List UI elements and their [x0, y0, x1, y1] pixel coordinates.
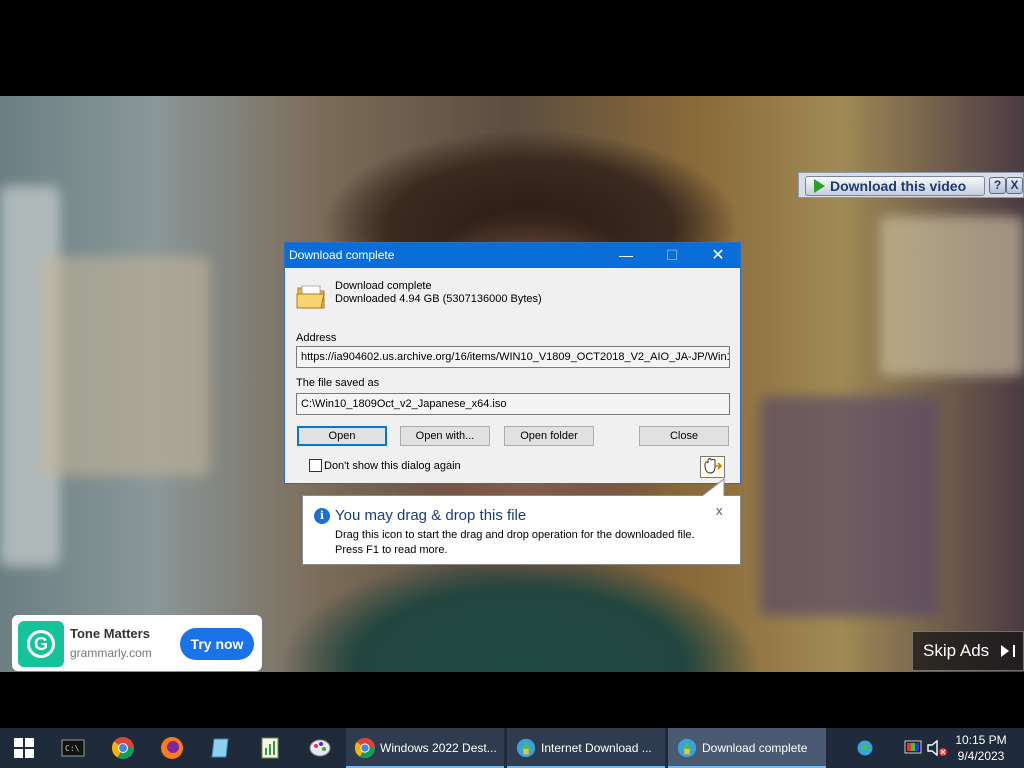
firefox-app[interactable] — [157, 734, 187, 762]
volume-muted-icon — [927, 739, 947, 757]
minimize-button[interactable]: — — [603, 243, 649, 268]
skip-bar-icon — [1013, 645, 1015, 657]
tooltip-close-button[interactable]: x — [716, 503, 723, 518]
dont-show-checkbox[interactable] — [309, 459, 322, 472]
grammarly-logo: G — [18, 621, 64, 667]
skip-next-icon — [1001, 645, 1009, 657]
background-window — [880, 216, 1024, 376]
firefox-icon — [161, 737, 183, 759]
maximize-button: ☐ — [665, 247, 679, 263]
spreadsheet-icon — [261, 737, 279, 759]
idm-tray-icon — [857, 740, 873, 756]
dialog-title: Download complete — [289, 248, 395, 262]
dialog-titlebar[interactable]: Download complete — ☐ ✕ — [285, 243, 740, 268]
display-icon — [904, 740, 922, 754]
spreadsheet-app[interactable] — [255, 734, 285, 762]
grammarly-ad[interactable]: G Tone Matters grammarly.com Try now — [12, 615, 262, 671]
chrome-app[interactable] — [108, 734, 138, 762]
saved-as-field[interactable]: C:\Win10_1809Oct_v2_Japanese_x64.iso — [296, 393, 730, 415]
tray-volume[interactable] — [922, 734, 952, 762]
clock[interactable]: 10:15 PM 9/4/2023 — [952, 732, 1010, 764]
taskbar-item-chrome-window[interactable]: Windows 2022 Dest... — [346, 728, 504, 768]
download-video-label: Download this video — [830, 178, 967, 194]
address-label: Address — [296, 332, 337, 344]
tray-idm[interactable] — [850, 734, 880, 762]
download-complete-dialog: Download complete — ☐ ✕ Download complet… — [284, 242, 741, 484]
terminal-icon: C:\ — [61, 739, 85, 757]
notes-app[interactable] — [206, 734, 236, 762]
saved-as-label: The file saved as — [296, 377, 380, 389]
play-icon — [814, 179, 825, 193]
open-folder-icon — [296, 285, 325, 309]
taskbar-item-label: Internet Download ... — [541, 741, 652, 755]
dont-show-label: Don't show this dialog again — [324, 460, 461, 472]
svg-text:C:\: C:\ — [65, 744, 80, 753]
chrome-icon — [111, 737, 134, 759]
skip-ads-button[interactable]: Skip Ads — [912, 631, 1024, 671]
status-detail: Downloaded 4.94 GB (5307136000 Bytes) — [335, 293, 542, 305]
help-button[interactable]: ? — [989, 177, 1006, 194]
try-now-button[interactable]: Try now — [180, 628, 254, 660]
clock-date: 9/4/2023 — [957, 749, 1005, 763]
idm-video-panel: Download this video ? X — [798, 172, 1024, 198]
taskbar: C:\ Windows 2022 Dest... Internet Downlo… — [0, 728, 1024, 768]
taskbar-item-label: Windows 2022 Dest... — [380, 741, 497, 755]
close-button[interactable]: Close — [639, 426, 729, 446]
close-window-button[interactable]: ✕ — [695, 243, 741, 268]
g-logo-icon: G — [27, 630, 55, 658]
open-folder-button[interactable]: Open folder — [504, 426, 594, 446]
download-video-button[interactable]: Download this video — [805, 176, 985, 196]
taskbar-item-download-complete[interactable]: Download complete — [668, 728, 826, 768]
idm-icon — [677, 738, 697, 758]
chrome-icon — [354, 737, 376, 759]
drag-drop-tooltip: i You may drag & drop this file Drag thi… — [302, 495, 741, 565]
background-shelf — [40, 256, 210, 476]
info-icon: i — [314, 508, 330, 524]
ad-title: Tone Matters — [70, 626, 150, 641]
open-button[interactable]: Open — [297, 426, 387, 446]
notes-icon — [211, 738, 229, 758]
status-title: Download complete — [335, 280, 432, 292]
taskbar-item-label: Download complete — [702, 741, 808, 755]
background-object — [760, 396, 940, 616]
close-panel-button[interactable]: X — [1006, 177, 1023, 194]
skip-ads-label: Skip Ads — [923, 641, 990, 660]
tooltip-line-1: Drag this icon to start the drag and dro… — [335, 529, 695, 541]
taskbar-item-idm[interactable]: Internet Download ... — [507, 728, 665, 768]
start-button[interactable] — [9, 734, 39, 762]
paint-app[interactable] — [305, 734, 335, 762]
tooltip-pointer — [701, 477, 725, 497]
address-field[interactable]: https://ia904602.us.archive.org/16/items… — [296, 346, 730, 368]
ad-subtitle: grammarly.com — [70, 646, 152, 660]
tooltip-title: You may drag & drop this file — [335, 507, 527, 524]
drag-drop-icon[interactable] — [700, 456, 725, 478]
open-with-button[interactable]: Open with... — [400, 426, 490, 446]
idm-icon — [516, 738, 536, 758]
terminal-app[interactable]: C:\ — [58, 734, 88, 762]
tooltip-line-2: Press F1 to read more. — [335, 544, 448, 556]
clock-time: 10:15 PM — [955, 733, 1007, 747]
windows-logo-icon — [14, 738, 34, 758]
tooltip-body: Drag this icon to start the drag and dro… — [335, 528, 735, 558]
paint-icon — [309, 739, 331, 757]
